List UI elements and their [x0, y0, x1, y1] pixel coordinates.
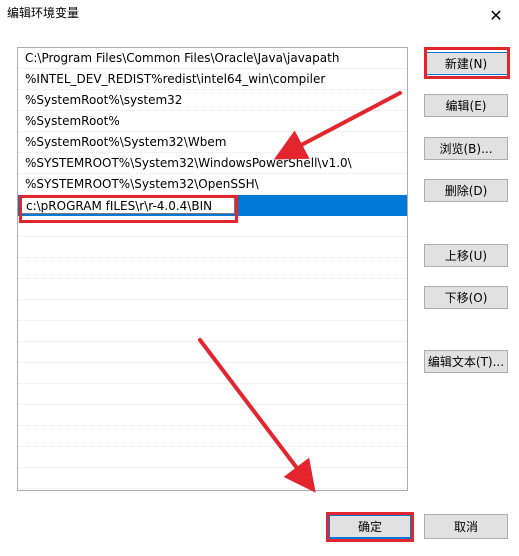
list-item-empty[interactable]: [18, 468, 407, 489]
list-item[interactable]: %SystemRoot%: [18, 111, 407, 132]
close-icon[interactable]: ✕: [473, 0, 519, 30]
list-item-empty[interactable]: [18, 237, 407, 258]
edit-text-button[interactable]: 编辑文本(T)...: [424, 350, 508, 373]
list-item-label: %SystemRoot%\system32: [25, 93, 183, 107]
list-item-label: %INTEL_DEV_REDIST%redist\intel64_win\com…: [25, 72, 326, 86]
list-item-label: %SYSTEMROOT%\System32\OpenSSH\: [25, 177, 259, 191]
list-item-empty[interactable]: [18, 489, 407, 490]
list-item[interactable]: %SYSTEMROOT%\System32\OpenSSH\: [18, 174, 407, 195]
list-item-label: %SYSTEMROOT%\System32\WindowsPowerShell\…: [25, 156, 352, 170]
list-item-label: %SystemRoot%: [25, 114, 120, 128]
list-item-empty[interactable]: [18, 363, 407, 384]
list-item-empty[interactable]: [18, 321, 407, 342]
list-item-label: %SystemRoot%\System32\Wbem: [25, 135, 227, 149]
list-item-empty[interactable]: [18, 300, 407, 321]
move-down-button[interactable]: 下移(O): [424, 286, 508, 309]
cancel-button[interactable]: 取消: [424, 514, 508, 539]
list-item-empty[interactable]: [18, 258, 407, 279]
list-item-empty[interactable]: [18, 426, 407, 447]
path-list[interactable]: C:\Program Files\Common Files\Oracle\Jav…: [17, 47, 408, 491]
edit-button[interactable]: 编辑(E): [424, 94, 508, 117]
list-item-empty[interactable]: [18, 216, 407, 237]
path-edit-input[interactable]: c:\pROGRAM fILES\r\r-4.0.4\BIN: [21, 196, 235, 214]
list-item[interactable]: %SystemRoot%\System32\Wbem: [18, 132, 407, 153]
list-item-selected[interactable]: c:\pROGRAM fILES\r\r-4.0.4\BIN: [18, 195, 407, 216]
list-item-empty[interactable]: [18, 447, 407, 468]
title-bar: 编辑环境变量 ✕: [0, 0, 519, 30]
move-up-button[interactable]: 上移(U): [424, 244, 508, 267]
browse-button[interactable]: 浏览(B)...: [424, 137, 508, 160]
list-item-empty[interactable]: [18, 279, 407, 300]
new-button[interactable]: 新建(N): [424, 52, 508, 75]
list-item[interactable]: %SYSTEMROOT%\System32\WindowsPowerShell\…: [18, 153, 407, 174]
list-item[interactable]: %INTEL_DEV_REDIST%redist\intel64_win\com…: [18, 69, 407, 90]
window-title: 编辑环境变量: [7, 6, 80, 20]
list-item-empty[interactable]: [18, 405, 407, 426]
list-item-empty[interactable]: [18, 384, 407, 405]
ok-button[interactable]: 确定: [328, 514, 412, 539]
list-item[interactable]: C:\Program Files\Common Files\Oracle\Jav…: [18, 48, 407, 69]
list-item-empty[interactable]: [18, 342, 407, 363]
delete-button[interactable]: 删除(D): [424, 179, 508, 202]
list-item-label: C:\Program Files\Common Files\Oracle\Jav…: [25, 51, 340, 65]
list-item[interactable]: %SystemRoot%\system32: [18, 90, 407, 111]
